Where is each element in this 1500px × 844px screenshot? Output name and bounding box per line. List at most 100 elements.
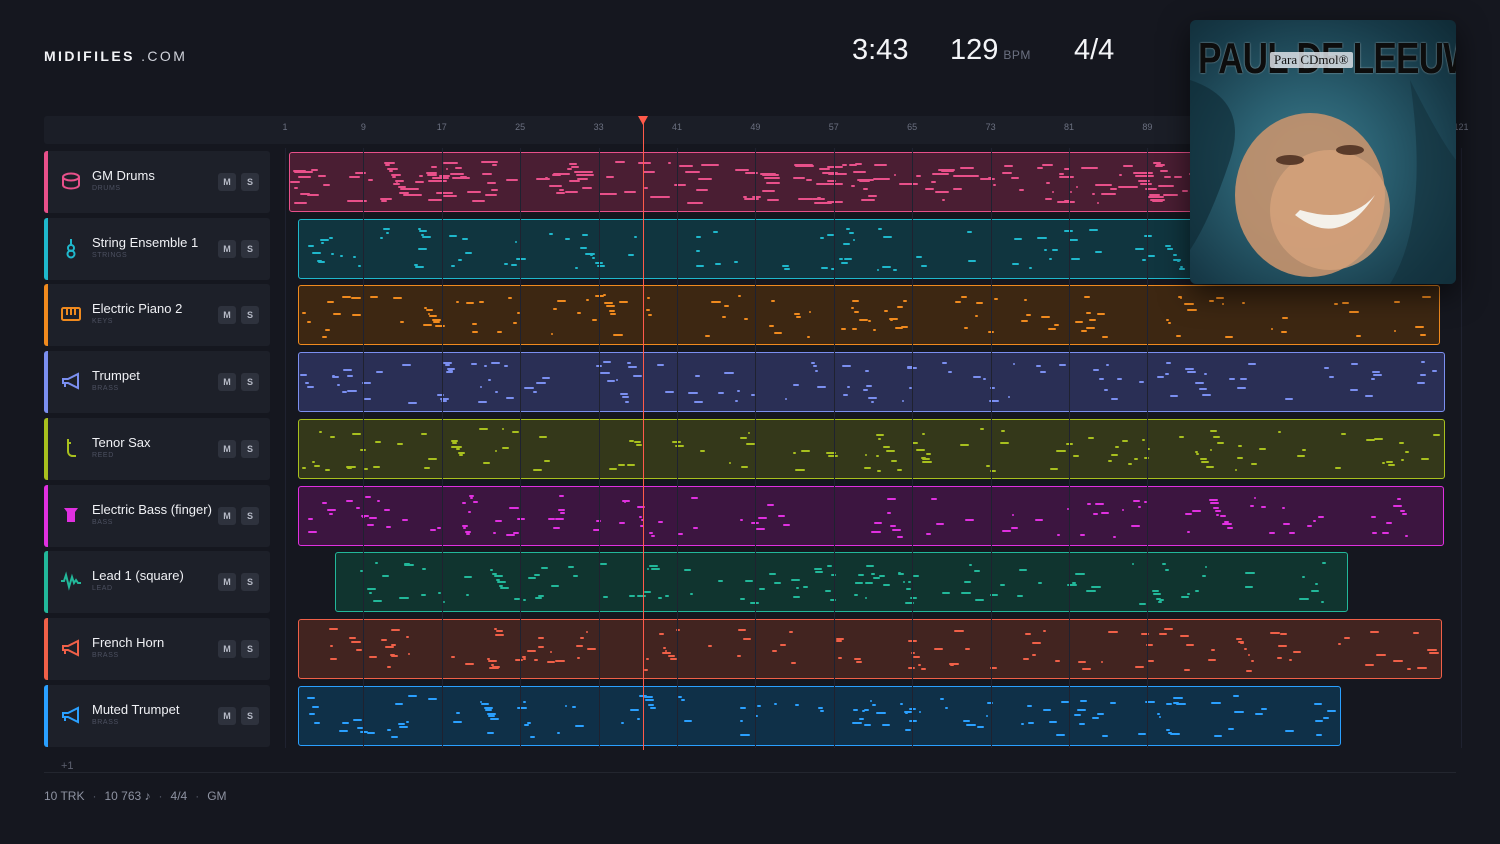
midi-clip[interactable] <box>298 685 1341 746</box>
solo-button[interactable]: S <box>241 573 259 592</box>
mute-button[interactable]: M <box>218 306 236 325</box>
midi-note <box>737 629 747 631</box>
midi-note <box>860 199 875 202</box>
midi-note <box>649 706 656 709</box>
track-name: French Horn <box>92 634 165 650</box>
midi-note <box>472 330 478 333</box>
midi-note <box>886 497 897 500</box>
midi-note <box>745 443 756 446</box>
solo-button[interactable]: S <box>241 706 259 725</box>
solo-button[interactable]: S <box>241 306 259 325</box>
site-logo[interactable]: MIDIFILES .COM <box>44 48 187 64</box>
solo-button[interactable]: S <box>241 239 259 258</box>
track-header[interactable]: Electric Piano 2 KEYS M S <box>44 284 270 347</box>
midi-note <box>345 499 354 502</box>
midi-note <box>952 187 963 190</box>
midi-note <box>1080 700 1088 703</box>
midi-note <box>1340 433 1347 436</box>
midi-note <box>1038 582 1042 585</box>
midi-note <box>587 648 597 651</box>
midi-clip[interactable] <box>298 418 1445 479</box>
midi-note <box>488 659 497 662</box>
midi-note <box>1086 590 1096 593</box>
midi-note <box>714 262 721 265</box>
midi-note <box>573 575 579 578</box>
solo-button[interactable]: S <box>241 173 259 191</box>
midi-note <box>368 178 373 181</box>
midi-note <box>332 312 341 315</box>
midi-note <box>1025 632 1031 635</box>
midi-note <box>630 709 640 712</box>
midi-note <box>975 315 979 318</box>
midi-note <box>290 181 301 184</box>
midi-note <box>765 181 781 184</box>
track-color-stripe <box>44 684 48 747</box>
solo-button[interactable]: S <box>241 506 259 525</box>
midi-note <box>1405 534 1409 537</box>
midi-note <box>1040 371 1046 374</box>
midi-note <box>505 534 515 537</box>
midi-note <box>343 369 352 372</box>
midi-note <box>645 308 651 311</box>
solo-button[interactable]: S <box>241 373 259 392</box>
midi-note <box>495 629 504 632</box>
midi-note <box>1343 637 1351 640</box>
mute-button[interactable]: M <box>218 639 236 658</box>
midi-note <box>293 170 313 173</box>
track-header[interactable]: French Horn BRASS M S <box>44 617 270 680</box>
violin-icon <box>60 237 82 259</box>
midi-note <box>349 176 360 179</box>
midi-clip[interactable] <box>298 485 1444 546</box>
midi-note <box>930 497 938 500</box>
midi-note <box>740 465 749 468</box>
track-header[interactable]: Electric Bass (finger) BASS M S <box>44 484 270 547</box>
midi-note <box>1138 603 1147 606</box>
more-tracks-indicator[interactable]: +1 <box>61 760 74 772</box>
midi-note <box>1001 530 1011 533</box>
midi-note <box>1412 632 1420 635</box>
midi-note <box>444 363 451 366</box>
midi-note <box>915 174 921 177</box>
track-color-stripe <box>44 151 48 213</box>
mute-button[interactable]: M <box>218 439 236 458</box>
midi-note <box>736 389 741 392</box>
midi-note <box>1306 525 1312 528</box>
midi-note <box>1156 375 1164 378</box>
midi-note <box>1217 442 1224 445</box>
solo-button[interactable]: S <box>241 639 259 658</box>
midi-note <box>1371 370 1380 373</box>
midi-note <box>980 427 984 430</box>
mute-button[interactable]: M <box>218 173 236 191</box>
midi-clip[interactable] <box>298 618 1442 679</box>
track-header[interactable]: Muted Trumpet BRASS M S <box>44 684 270 747</box>
midi-note <box>942 591 951 594</box>
midi-note <box>885 449 896 452</box>
midi-note <box>633 374 642 377</box>
mute-button[interactable]: M <box>218 506 236 525</box>
mute-button[interactable]: M <box>218 239 236 258</box>
midi-note <box>913 574 919 577</box>
mute-button[interactable]: M <box>218 573 236 592</box>
midi-note <box>481 161 499 164</box>
track-header[interactable]: String Ensemble 1 STRINGS M S <box>44 217 270 280</box>
midi-note <box>1134 248 1145 251</box>
midi-note <box>1138 505 1141 508</box>
solo-button[interactable]: S <box>241 439 259 458</box>
track-header[interactable]: Trumpet BRASS M S <box>44 351 270 414</box>
midi-note <box>1087 503 1092 506</box>
bass-icon <box>60 504 82 526</box>
mute-button[interactable]: M <box>218 706 236 725</box>
track-header[interactable]: Lead 1 (square) LEAD M S <box>44 551 270 614</box>
midi-note <box>350 297 361 300</box>
mute-button[interactable]: M <box>218 373 236 392</box>
track-header[interactable]: Tenor Sax REED M S <box>44 417 270 480</box>
horn-icon <box>60 370 82 392</box>
track-header[interactable]: GM Drums DRUMS M S <box>44 151 270 213</box>
midi-clip[interactable] <box>335 552 1348 613</box>
midi-clip[interactable] <box>298 352 1445 413</box>
midi-note <box>399 597 410 600</box>
midi-clip[interactable] <box>298 285 1440 346</box>
duration: 3:43 <box>852 34 909 66</box>
midi-note <box>1058 176 1075 178</box>
playhead[interactable] <box>642 122 645 750</box>
